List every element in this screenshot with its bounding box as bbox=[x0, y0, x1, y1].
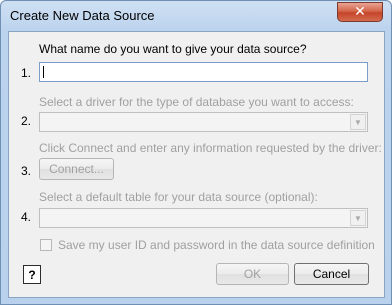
step-3-number: 3. bbox=[21, 164, 32, 178]
step-1-number: 1. bbox=[21, 66, 32, 80]
close-icon: ✕ bbox=[354, 4, 366, 20]
window-title: Create New Data Source bbox=[10, 8, 155, 23]
name-prompt: What name do you want to give your data … bbox=[39, 42, 307, 56]
help-button[interactable]: ? bbox=[23, 265, 41, 284]
driver-select[interactable]: ▼ bbox=[39, 112, 368, 132]
ok-button[interactable]: OK bbox=[216, 263, 289, 285]
close-button[interactable]: ✕ bbox=[337, 2, 383, 22]
dialog-window: Create New Data Source ✕ What name do yo… bbox=[0, 0, 392, 305]
default-table-select[interactable]: ▼ bbox=[39, 208, 368, 228]
driver-prompt: Select a driver for the type of database… bbox=[39, 95, 354, 109]
connect-button[interactable]: Connect... bbox=[39, 158, 114, 180]
dialog-body: What name do you want to give your data … bbox=[8, 31, 385, 298]
chevron-down-icon[interactable]: ▼ bbox=[350, 114, 366, 130]
step-2-number: 2. bbox=[21, 114, 32, 128]
cancel-button[interactable]: Cancel bbox=[294, 263, 369, 285]
help-icon: ? bbox=[28, 267, 36, 282]
chevron-down-icon[interactable]: ▼ bbox=[350, 210, 366, 226]
data-source-name-input[interactable] bbox=[39, 62, 368, 82]
text-caret bbox=[43, 66, 44, 78]
save-credentials-checkbox[interactable] bbox=[40, 239, 52, 251]
connect-prompt: Click Connect and enter any information … bbox=[39, 141, 382, 155]
title-bar[interactable]: Create New Data Source ✕ bbox=[1, 1, 391, 31]
save-credentials-label: Save my user ID and password in the data… bbox=[58, 238, 375, 252]
step-4-number: 4. bbox=[21, 210, 32, 224]
default-table-prompt: Select a default table for your data sou… bbox=[39, 190, 318, 204]
